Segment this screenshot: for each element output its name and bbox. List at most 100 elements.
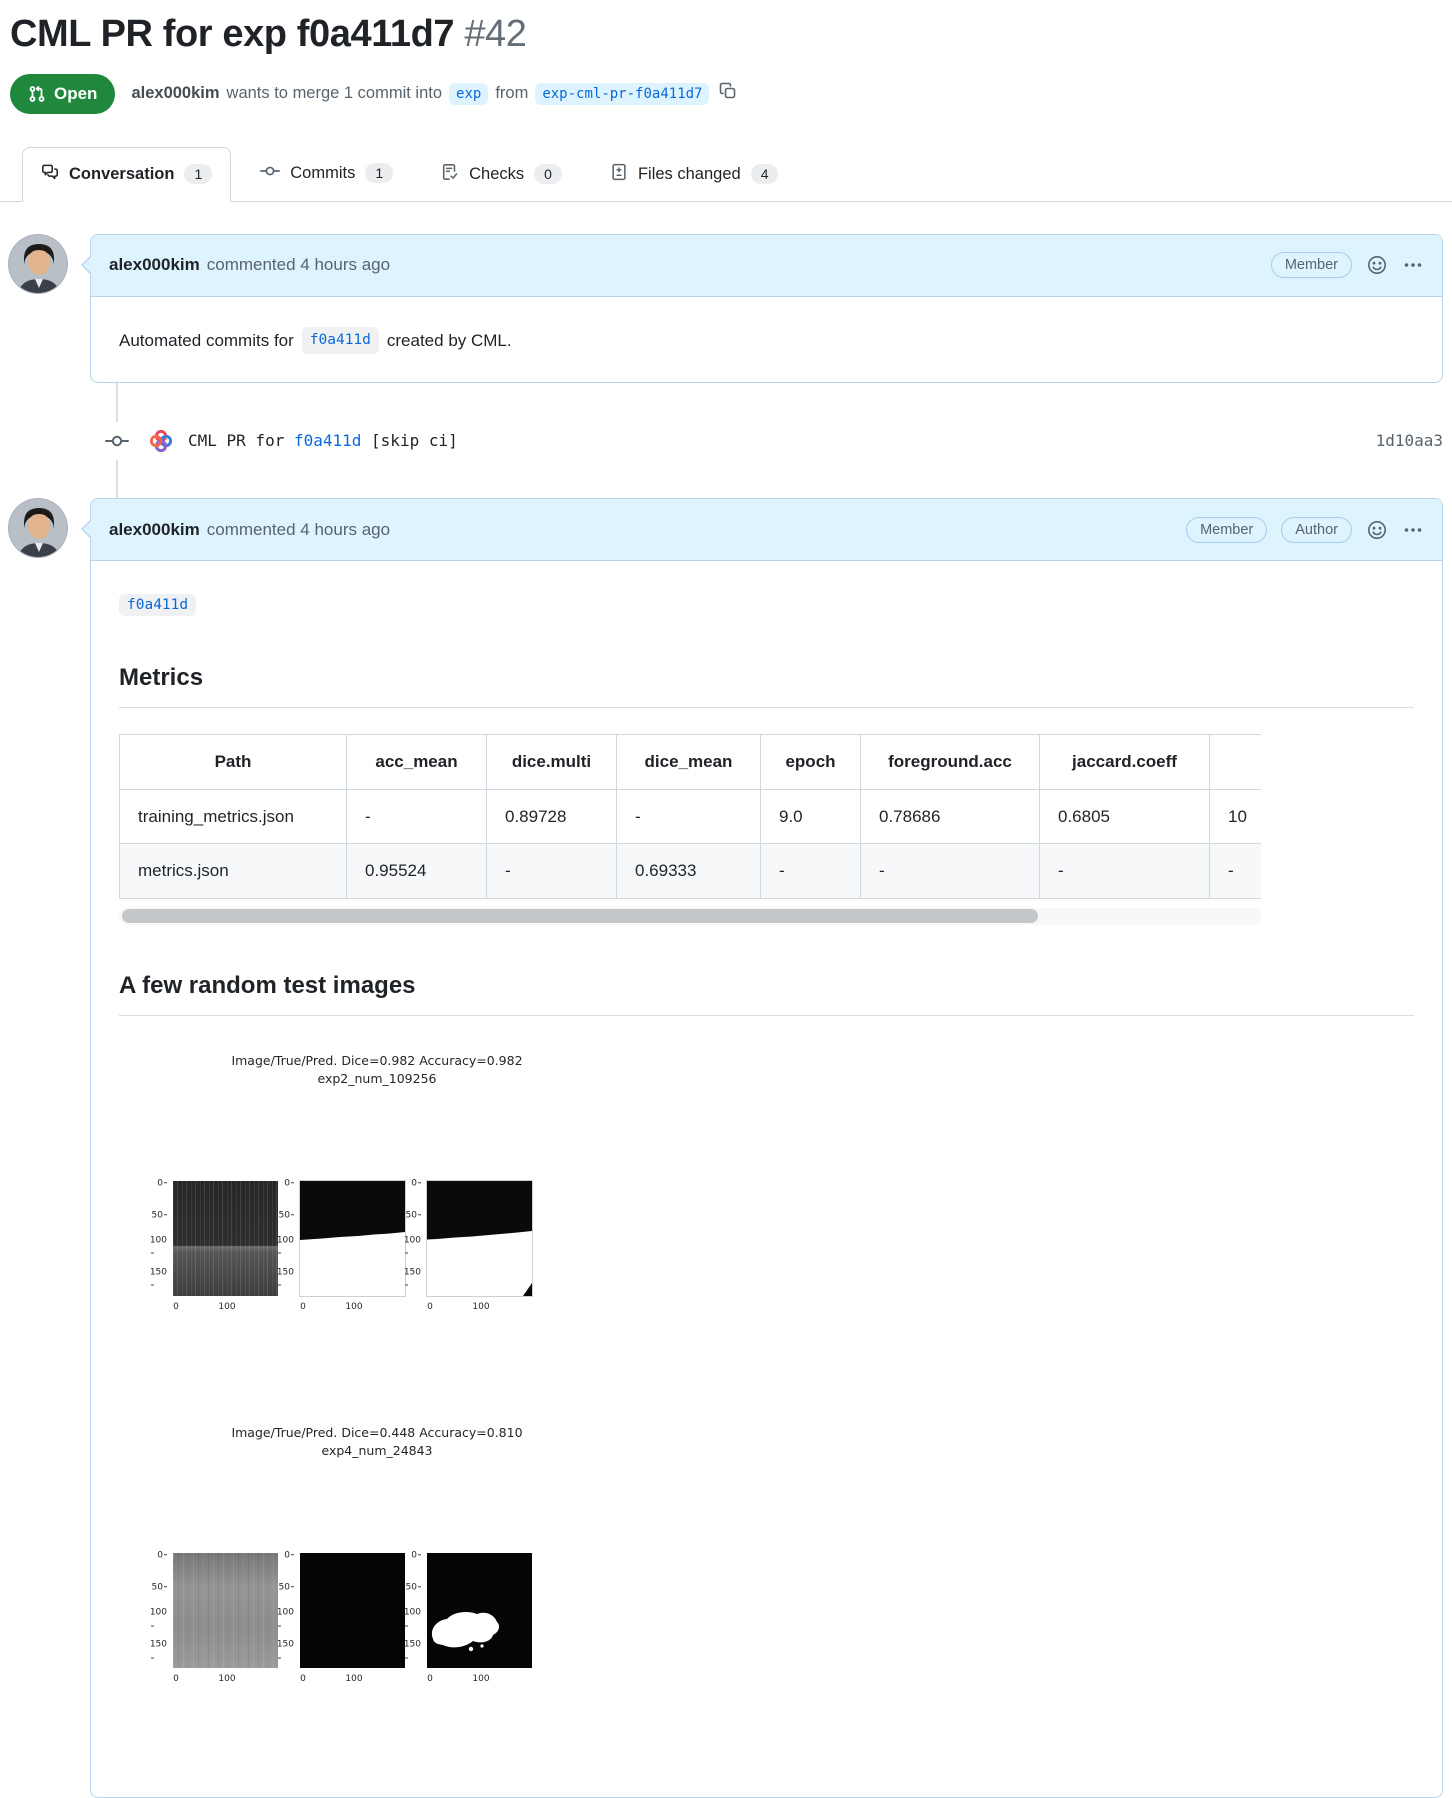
head-branch-label[interactable]: exp-cml-pr-f0a411d7 [535, 83, 709, 105]
git-commit-icon [260, 161, 280, 186]
col-dice-multi: dice.multi [487, 735, 617, 790]
col-jaccard-coeff: jaccard.coeff [1040, 735, 1210, 790]
comment-author-link[interactable]: alex000kim [109, 255, 200, 275]
true-mask-image: 0100 [300, 1181, 405, 1296]
test-image-figure-2[interactable]: Image/True/Pred. Dice=0.448 Accuracy=0.8… [119, 1424, 1414, 1668]
kebab-menu-button[interactable] [1402, 519, 1424, 541]
col-path: Path [120, 735, 347, 790]
test-images-heading: A few random test images [119, 971, 1414, 1016]
cell-value: - [347, 789, 487, 844]
comment-author-link[interactable]: alex000kim [109, 520, 200, 540]
figure-subplots: 050100150 0100 050100150 [151, 1181, 1414, 1296]
cell-value: - [761, 844, 861, 899]
col-epoch: epoch [761, 735, 861, 790]
author-badge: Author [1281, 517, 1352, 543]
subplot-input-image: 050100150 0100 [151, 1553, 278, 1668]
pr-state-badge: Open [10, 74, 115, 114]
y-axis-ticks: 050100150 [278, 1181, 300, 1296]
tab-commits[interactable]: Commits 1 [241, 145, 412, 202]
emoji-reaction-button[interactable] [1366, 254, 1388, 276]
figure-title-line2: exp4_num_24843 [321, 1443, 432, 1458]
ultrasound-image: 0100 [173, 1181, 278, 1296]
file-diff-icon [610, 163, 628, 186]
metrics-table-viewport: Path acc_mean dice.multi dice_mean epoch… [119, 734, 1261, 899]
comment-2: alex000kim commented 4 hours ago Member … [0, 498, 1452, 1798]
pr-status-row: Open alex000kim wants to merge 1 commit … [10, 74, 1442, 114]
tab-conversation-label: Conversation [69, 165, 174, 184]
pr-title-text: CML PR for exp f0a411d7 [10, 13, 454, 55]
cml-bot-avatar[interactable] [148, 428, 174, 454]
git-commit-icon [104, 422, 130, 460]
cell-value: 10 [1210, 789, 1262, 844]
y-axis-ticks: 050100150 [278, 1553, 300, 1668]
y-axis-ticks: 050100150 [405, 1181, 427, 1296]
comment-text-suffix: created by CML. [387, 328, 512, 354]
tab-conversation-count: 1 [184, 164, 212, 184]
table-header-row: Path acc_mean dice.multi dice_mean epoch… [120, 735, 1262, 790]
col-acc-mean: acc_mean [347, 735, 487, 790]
tab-checks-count: 0 [534, 164, 562, 184]
cell-path: metrics.json [120, 844, 347, 899]
col-step: step [1210, 735, 1262, 790]
commit-row: CML PR for f0a411d [skip ci] 1d10aa3 [0, 383, 1452, 498]
pred-mask-image: 0100 [427, 1181, 532, 1296]
tab-files-changed-label: Files changed [638, 165, 741, 184]
commit-code-link[interactable]: f0a411d [302, 327, 379, 355]
figure-title-line1: Image/True/Pred. Dice=0.982 Accuracy=0.9… [231, 1053, 522, 1068]
avatar[interactable] [8, 498, 68, 558]
y-axis-ticks: 050100150 [405, 1553, 427, 1668]
cell-path: training_metrics.json [120, 789, 347, 844]
tab-files-changed[interactable]: Files changed 4 [591, 147, 798, 202]
x-axis-ticks: 0100 [300, 1296, 405, 1314]
pr-status-text: alex000kim wants to merge 1 commit into … [131, 81, 738, 106]
tab-conversation[interactable]: Conversation 1 [22, 147, 231, 202]
col-foreground-acc: foreground.acc [861, 735, 1040, 790]
from-word: from [495, 84, 528, 103]
pr-author-link[interactable]: alex000kim [131, 84, 219, 103]
x-axis-ticks: 0100 [300, 1668, 405, 1686]
true-mask-image: 0100 [300, 1553, 405, 1668]
pr-action-text: wants to merge 1 commit into [227, 84, 443, 103]
commit-timeline-section: CML PR for f0a411d [skip ci] 1d10aa3 [0, 383, 1452, 498]
figure-subplots: 050100150 0100 050100150 0100 [151, 1553, 1414, 1668]
subplot-true-mask: 050100150 0100 [278, 1553, 405, 1668]
comment-timestamp[interactable]: commented 4 hours ago [207, 520, 390, 540]
figure-title: Image/True/Pred. Dice=0.982 Accuracy=0.9… [151, 1052, 603, 1088]
pr-header: CML PR for exp f0a411d7 #42 Open alex000… [0, 0, 1452, 114]
pr-timeline: alex000kim commented 4 hours ago Member [0, 234, 1452, 1798]
base-branch-label[interactable]: exp [449, 83, 488, 105]
comment-body: Automated commits for f0a411d created by… [91, 297, 1442, 383]
cell-value: 0.95524 [347, 844, 487, 899]
cell-value: - [617, 789, 761, 844]
x-axis-ticks: 0100 [427, 1668, 532, 1686]
kebab-menu-button[interactable] [1402, 254, 1424, 276]
copy-branch-button[interactable] [718, 81, 738, 106]
figure-title-line1: Image/True/Pred. Dice=0.448 Accuracy=0.8… [231, 1425, 522, 1440]
tab-checks[interactable]: Checks 0 [422, 147, 581, 202]
emoji-reaction-button[interactable] [1366, 519, 1388, 541]
figure-title: Image/True/Pred. Dice=0.448 Accuracy=0.8… [151, 1424, 603, 1460]
tab-commits-label: Commits [290, 164, 355, 183]
scrollbar-thumb[interactable] [122, 909, 1038, 923]
avatar[interactable] [8, 234, 68, 294]
commit-code-link[interactable]: f0a411d [119, 594, 196, 616]
table-horizontal-scrollbar [119, 908, 1261, 925]
subplot-true-mask: 050100150 0100 [278, 1181, 405, 1296]
cell-value: 0.6805 [1040, 789, 1210, 844]
cell-value: - [861, 844, 1040, 899]
cell-value: - [1040, 844, 1210, 899]
git-pull-request-icon [28, 85, 46, 103]
commit-hash-link[interactable]: f0a411d [294, 431, 361, 450]
tab-checks-label: Checks [469, 165, 524, 184]
x-axis-ticks: 0100 [173, 1668, 278, 1686]
test-image-figure-1[interactable]: Image/True/Pred. Dice=0.982 Accuracy=0.9… [119, 1052, 1414, 1296]
comment-1: alex000kim commented 4 hours ago Member [0, 234, 1452, 384]
y-axis-ticks: 050100150 [151, 1181, 173, 1296]
commit-message-suffix: [skip ci] [361, 431, 457, 450]
commit-sha-link[interactable]: 1d10aa3 [1376, 431, 1443, 450]
ultrasound-image: 0100 [173, 1553, 278, 1668]
comment-header-actions: Member Author [1186, 517, 1424, 543]
comment-timestamp[interactable]: commented 4 hours ago [207, 255, 390, 275]
comment-header-actions: Member [1271, 252, 1424, 278]
table-row: training_metrics.json - 0.89728 - 9.0 0.… [120, 789, 1262, 844]
